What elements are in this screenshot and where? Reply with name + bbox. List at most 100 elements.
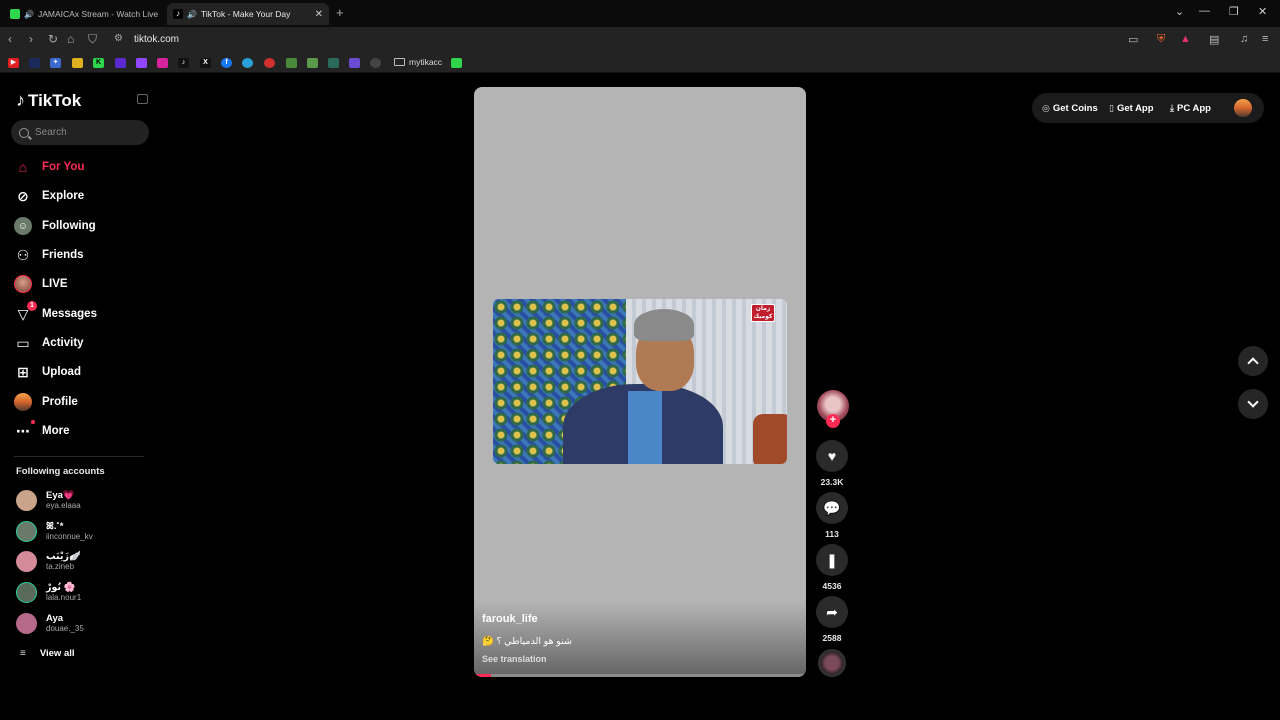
x-icon[interactable]: X [200, 58, 211, 68]
messages-badge: 1 [27, 301, 37, 311]
kick-icon[interactable]: K [93, 58, 104, 68]
more-icon: ⋯ [14, 420, 35, 440]
facebook-icon[interactable]: f [221, 58, 232, 68]
bookmark-folder[interactable]: mytikacc [394, 57, 442, 67]
brave-shield-icon[interactable]: ⛨ [1157, 33, 1165, 46]
tiktok-logo[interactable]: ♪ TikTok [16, 90, 81, 111]
media-icon[interactable]: ♫ [1240, 33, 1248, 45]
activity-icon: ▭ [16, 334, 30, 351]
twitch-icon[interactable] [136, 58, 147, 68]
bookmark-icon[interactable]: ❚ [816, 544, 848, 576]
close-tab-icon[interactable]: ✕ [315, 9, 323, 20]
brave-rewards-icon[interactable]: ▲ [1180, 33, 1191, 45]
account-username: lala.nour1 [46, 592, 82, 602]
close-window-button[interactable]: ✕ [1258, 5, 1267, 18]
get-app-button[interactable]: ▯ Get App [1109, 103, 1154, 114]
comment-icon[interactable]: 💬 [816, 492, 848, 524]
account-name: Eya💗 [46, 489, 75, 501]
video-player[interactable]: زمان كوميك farouk_life شنو هو الدمياطي ؟… [474, 87, 806, 677]
sidebar-item-messages[interactable]: ▽ 1 Messages [14, 301, 97, 325]
globe-icon[interactable] [370, 58, 381, 68]
gemini-icon[interactable]: ✦ [50, 58, 61, 68]
sidebar-item-explore[interactable]: ⊘ Explore [14, 185, 84, 207]
share-icon[interactable]: ➦ [816, 596, 848, 628]
following-account[interactable]: Eya💗 eya.elaaa [16, 487, 81, 513]
telegram-icon[interactable] [242, 58, 253, 68]
bookmark-icon[interactable] [451, 58, 462, 68]
video-progress-bar[interactable] [474, 674, 806, 677]
following-account[interactable]: زَيْنَب🪽 ta.zineb [16, 548, 81, 574]
bookmark-icon[interactable] [72, 58, 83, 68]
music-disc-icon[interactable] [818, 649, 846, 677]
folder-icon [394, 58, 405, 66]
sidebar-toggle-icon[interactable]: ▤ [1209, 33, 1219, 46]
like-action[interactable]: ♥ 23.3K [816, 440, 848, 487]
url-field[interactable]: tiktok.com [134, 34, 179, 45]
speaker-icon: 🔊 [187, 9, 197, 19]
sidebar-item-more[interactable]: ⋯ More [14, 420, 69, 442]
following-account[interactable]: ꕤ.˚* iinconnue_kv [16, 518, 93, 544]
sidebar-item-friends[interactable]: ⚇ Friends [14, 244, 84, 266]
bookmark-icon[interactable] [29, 58, 40, 68]
user-avatar[interactable] [1234, 99, 1252, 117]
bookmark-icon[interactable] [115, 58, 126, 68]
tiktok-icon[interactable]: ♪ [178, 58, 189, 68]
bookmark-icon[interactable] [349, 58, 360, 68]
reload-icon[interactable]: ↻ [48, 32, 58, 46]
comment-action[interactable]: 💬 113 [816, 492, 848, 539]
home-icon[interactable]: ⌂ [67, 32, 74, 46]
avatar [16, 489, 37, 511]
browser-tab-tiktok[interactable]: ♪ 🔊 TikTok - Make Your Day ✕ [167, 3, 329, 25]
collapse-sidebar-icon[interactable] [137, 94, 148, 104]
bookmark-icon[interactable] [307, 58, 318, 68]
tab-title: JAMAICAx Stream - Watch Live o [37, 9, 158, 19]
tab-title: TikTok - Make Your Day [200, 9, 291, 19]
account-name: زَيْنَب🪽 [46, 550, 81, 562]
video-caption: شنو هو الدمياطي ؟ 🤔 [482, 636, 572, 647]
sidebar-item-live[interactable]: LIVE [14, 273, 68, 295]
instagram-icon[interactable] [157, 58, 168, 68]
video-progress-fill [474, 674, 491, 677]
kick-icon [10, 9, 20, 19]
tab-search-icon[interactable]: ⌄ [1175, 5, 1184, 18]
sidebar-item-following[interactable]: ☺ Following [14, 215, 96, 237]
youtube-icon[interactable]: ▶ [8, 58, 19, 68]
like-count: 23.3K [820, 477, 844, 487]
follow-plus-button[interactable]: + [826, 414, 840, 428]
next-video-button[interactable] [1238, 389, 1268, 419]
following-account[interactable]: نُورْ 🌸 lala.nour1 [16, 579, 81, 605]
chevron-down-icon [1247, 396, 1259, 408]
sidebar-item-upload[interactable]: ⊞ Upload [14, 361, 81, 383]
site-info-icon[interactable]: ⚙ [114, 33, 123, 44]
man-shirt [628, 391, 662, 464]
heart-icon[interactable]: ♥ [816, 440, 848, 472]
bookmark-icon[interactable]: ⛉ [88, 32, 97, 47]
bookmark-icon[interactable] [286, 58, 297, 68]
browser-tab-jamaicax[interactable]: 🔊 JAMAICAx Stream - Watch Live o [4, 3, 164, 25]
back-icon[interactable]: ‹ [8, 32, 12, 46]
avatar [16, 520, 37, 542]
video-author[interactable]: farouk_life [482, 613, 538, 625]
save-action[interactable]: ❚ 4536 [816, 544, 848, 591]
previous-video-button[interactable] [1238, 346, 1268, 376]
bookmark-icon[interactable] [328, 58, 339, 68]
sidebar-item-profile[interactable]: Profile [14, 391, 78, 413]
browser-tab-bar: 🔊 JAMAICAx Stream - Watch Live o ♪ 🔊 Tik… [0, 0, 1280, 27]
minimize-button[interactable]: — [1199, 5, 1210, 17]
forward-icon[interactable]: › [29, 32, 33, 46]
restore-button[interactable]: ❐ [1229, 5, 1239, 18]
sidebar-item-activity[interactable]: ▭ Activity [14, 332, 83, 354]
get-coins-button[interactable]: ◎ Get Coins [1042, 103, 1098, 114]
cast-icon[interactable]: ▭ [1128, 33, 1138, 46]
following-account[interactable]: Aya douae._35 [16, 610, 84, 636]
search-input[interactable]: Search [11, 120, 149, 145]
sidebar-item-for-you[interactable]: ⌂ For You [14, 156, 85, 178]
new-tab-button[interactable]: + [336, 5, 344, 20]
share-action[interactable]: ➦ 2588 [816, 596, 848, 643]
view-all-link[interactable]: ≡ View all [20, 648, 75, 659]
home-icon: ⌂ [18, 159, 28, 175]
see-translation-link[interactable]: See translation [482, 654, 547, 664]
menu-icon[interactable]: ≡ [1262, 33, 1268, 45]
pc-app-button[interactable]: ⤓ PC App [1170, 103, 1211, 114]
bookmark-icon[interactable] [264, 58, 275, 68]
